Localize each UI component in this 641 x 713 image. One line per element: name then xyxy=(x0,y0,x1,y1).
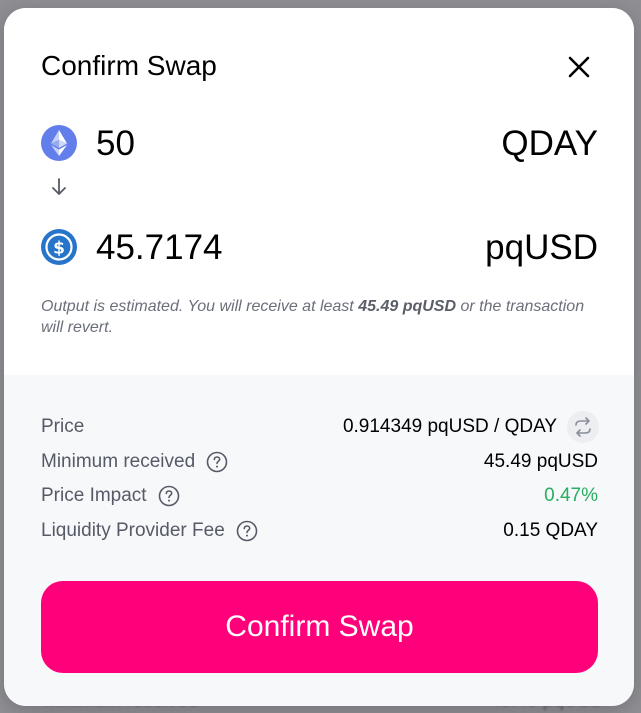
output-amount: 45.7174 xyxy=(96,228,223,267)
lp-fee-label-group: Liquidity Provider Fee xyxy=(41,520,258,542)
confirm-swap-modal: Confirm Swap 50 QDAY $ 45.7174 pqUSD Out… xyxy=(4,8,634,706)
price-impact-label-group: Price Impact xyxy=(41,485,180,507)
lp-fee-label: Liquidity Provider Fee xyxy=(41,520,225,541)
price-row: Price 0.914349 pqUSD / QDAY xyxy=(41,411,599,443)
price-impact-label: Price Impact xyxy=(41,485,147,506)
modal-title: Confirm Swap xyxy=(41,50,217,81)
close-icon xyxy=(568,56,590,78)
price-label: Price xyxy=(41,416,85,437)
output-token-row: $ 45.7174 pqUSD xyxy=(41,222,598,272)
modal-header-section: Confirm Swap 50 QDAY $ 45.7174 pqUSD Out… xyxy=(4,8,634,375)
output-token-symbol: pqUSD xyxy=(485,228,598,267)
price-impact-value: 0.47% xyxy=(544,485,598,506)
minimum-received-value: 45.49 pqUSD xyxy=(483,451,598,472)
confirm-swap-button[interactable]: Confirm Swap xyxy=(41,581,598,673)
ethereum-icon xyxy=(41,125,77,161)
help-circle-icon[interactable] xyxy=(206,451,228,473)
input-amount: 50 xyxy=(96,124,135,163)
minimum-received-row: Minimum received 45.49 pqUSD xyxy=(41,447,598,477)
help-circle-icon[interactable] xyxy=(158,485,180,507)
minimum-received-label-group: Minimum received xyxy=(41,451,228,473)
swap-arrows-icon xyxy=(575,417,591,437)
close-button[interactable] xyxy=(562,50,596,84)
price-value: 0.914349 pqUSD / QDAY xyxy=(342,416,557,437)
input-token-row: 50 QDAY xyxy=(41,118,598,168)
estimate-note: Output is estimated. You will receive at… xyxy=(41,296,601,338)
note-min-amount: 45.49 pqUSD xyxy=(358,298,457,315)
help-circle-icon[interactable] xyxy=(236,520,258,542)
price-value-group: 0.914349 pqUSD / QDAY xyxy=(342,411,599,443)
invert-price-button[interactable] xyxy=(567,411,599,443)
minimum-received-label: Minimum received xyxy=(41,451,196,472)
svg-text:$: $ xyxy=(53,239,65,259)
usdc-icon: $ xyxy=(41,229,77,265)
price-impact-row: Price Impact 0.47% xyxy=(41,481,598,511)
lp-fee-row: Liquidity Provider Fee 0.15 QDAY xyxy=(41,516,598,546)
input-token-symbol: QDAY xyxy=(501,124,598,163)
arrow-down-icon xyxy=(52,178,66,195)
lp-fee-value: 0.15 QDAY xyxy=(503,520,598,541)
note-prefix: Output is estimated. You will receive at… xyxy=(41,298,359,315)
